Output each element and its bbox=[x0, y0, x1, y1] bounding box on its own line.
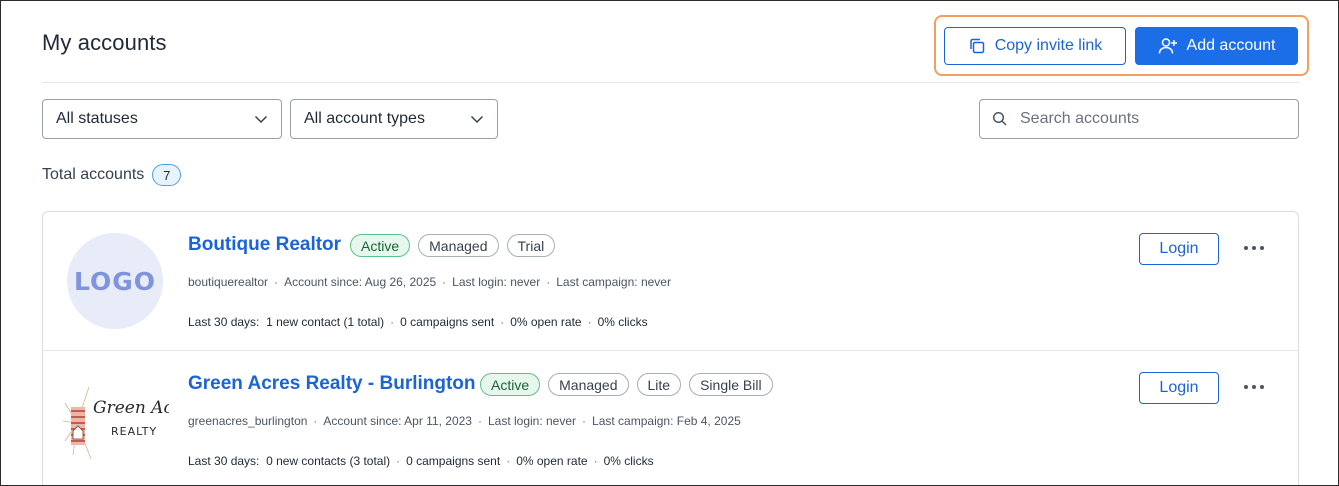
account-type-filter-select[interactable]: All account types bbox=[290, 99, 498, 139]
account-name-link[interactable]: Boutique Realtor bbox=[188, 234, 341, 256]
separator: · bbox=[500, 315, 505, 329]
copy-invite-link-button[interactable]: Copy invite link bbox=[944, 27, 1126, 65]
account-tags: Active Managed Lite Single Bill bbox=[480, 373, 773, 396]
status-badge-active: Active bbox=[350, 234, 411, 257]
more-options-button[interactable] bbox=[1241, 238, 1267, 258]
separator: · bbox=[587, 315, 592, 329]
last-campaign: Last campaign: never bbox=[556, 275, 671, 289]
total-accounts: Total accounts 7 bbox=[42, 164, 182, 186]
page-title: My accounts bbox=[42, 30, 167, 55]
separator: · bbox=[546, 275, 551, 289]
search-icon bbox=[992, 111, 1007, 126]
add-user-icon bbox=[1158, 38, 1177, 54]
tag-trial: Trial bbox=[506, 234, 556, 257]
add-account-label: Add account bbox=[1186, 37, 1276, 54]
stats-clicks: 0% clicks bbox=[597, 315, 648, 329]
logo-text-green-acres: Green Acres bbox=[93, 398, 169, 418]
copy-invite-link-label: Copy invite link bbox=[994, 37, 1103, 54]
copy-icon bbox=[969, 38, 984, 54]
account-type-filter-value: All account types bbox=[304, 110, 425, 127]
chevron-down-icon bbox=[470, 115, 484, 123]
account-since: Account since: Aug 26, 2025 bbox=[284, 275, 437, 289]
status-filter-value: All statuses bbox=[56, 110, 138, 127]
stats-clicks: 0% clicks bbox=[603, 454, 654, 468]
green-acres-logo: Green Acres REALTY bbox=[63, 386, 169, 460]
more-horizontal-icon bbox=[1244, 246, 1264, 250]
account-name-link[interactable]: Green Acres Realty - Burlington bbox=[188, 373, 476, 395]
account-meta: greenacres_burlington · Account since: Apr… bbox=[188, 414, 741, 428]
account-username: boutiquerealtor bbox=[188, 275, 269, 289]
separator: · bbox=[477, 414, 482, 428]
last-campaign: Last campaign: Feb 4, 2025 bbox=[592, 414, 741, 428]
stats-campaigns: 0 campaigns sent bbox=[400, 315, 495, 329]
status-filter-select[interactable]: All statuses bbox=[42, 99, 282, 139]
account-username: greenacres_burlington bbox=[188, 414, 308, 428]
stats-open-rate: 0% open rate bbox=[510, 315, 582, 329]
separator: · bbox=[396, 454, 401, 468]
chevron-down-icon bbox=[254, 115, 268, 123]
page-frame: My accounts Copy invite link Add account… bbox=[0, 0, 1339, 486]
stats-period-label: Last 30 days: bbox=[188, 315, 260, 329]
accounts-list: LOGO Boutique Realtor Active Managed Tri… bbox=[42, 211, 1299, 485]
account-stats: Last 30 days: 0 new contacts (3 total) · 0… bbox=[188, 454, 654, 468]
tag-managed: Managed bbox=[418, 234, 499, 257]
account-row: Green Acres REALTY Green Acres Realty - … bbox=[43, 350, 1298, 485]
more-options-button[interactable] bbox=[1241, 377, 1267, 397]
separator: · bbox=[593, 454, 598, 468]
account-since: Account since: Apr 11, 2023 bbox=[323, 414, 472, 428]
separator: · bbox=[506, 454, 511, 468]
last-login: Last login: never bbox=[452, 275, 541, 289]
tag-lite: Lite bbox=[636, 373, 682, 396]
account-tags: Active Managed Trial bbox=[350, 234, 556, 257]
separator: · bbox=[274, 275, 279, 289]
account-row: LOGO Boutique Realtor Active Managed Tri… bbox=[43, 212, 1298, 350]
stats-period-label: Last 30 days: bbox=[188, 454, 260, 468]
stats-contacts: 1 new contact (1 total) bbox=[266, 315, 385, 329]
last-login: Last login: never bbox=[487, 414, 577, 428]
separator: · bbox=[390, 315, 395, 329]
total-accounts-label: Total accounts bbox=[42, 166, 145, 183]
stats-campaigns: 0 campaigns sent bbox=[406, 454, 501, 468]
tag-single-bill: Single Bill bbox=[689, 373, 773, 396]
more-horizontal-icon bbox=[1244, 385, 1264, 389]
separator: · bbox=[442, 275, 447, 289]
account-meta: boutiquerealtor · Account since: Aug 26, 2… bbox=[188, 275, 671, 289]
separator: · bbox=[582, 414, 587, 428]
account-stats: Last 30 days: 1 new contact (1 total) · 0 … bbox=[188, 315, 648, 329]
add-account-button[interactable]: Add account bbox=[1135, 27, 1298, 65]
total-accounts-badge: 7 bbox=[152, 164, 182, 186]
search-input[interactable] bbox=[1020, 110, 1286, 128]
stats-open-rate: 0% open rate bbox=[516, 454, 588, 468]
tag-managed: Managed bbox=[548, 373, 629, 396]
separator: · bbox=[313, 414, 318, 428]
header-divider bbox=[42, 82, 1299, 83]
search-field[interactable] bbox=[979, 99, 1299, 139]
status-badge-active: Active bbox=[480, 373, 541, 396]
login-button[interactable]: Login bbox=[1139, 233, 1219, 265]
stats-contacts: 0 new contacts (3 total) bbox=[266, 454, 391, 468]
logo-text-realty: REALTY bbox=[111, 425, 157, 438]
account-logo-placeholder: LOGO bbox=[67, 233, 163, 329]
login-button[interactable]: Login bbox=[1139, 372, 1219, 404]
